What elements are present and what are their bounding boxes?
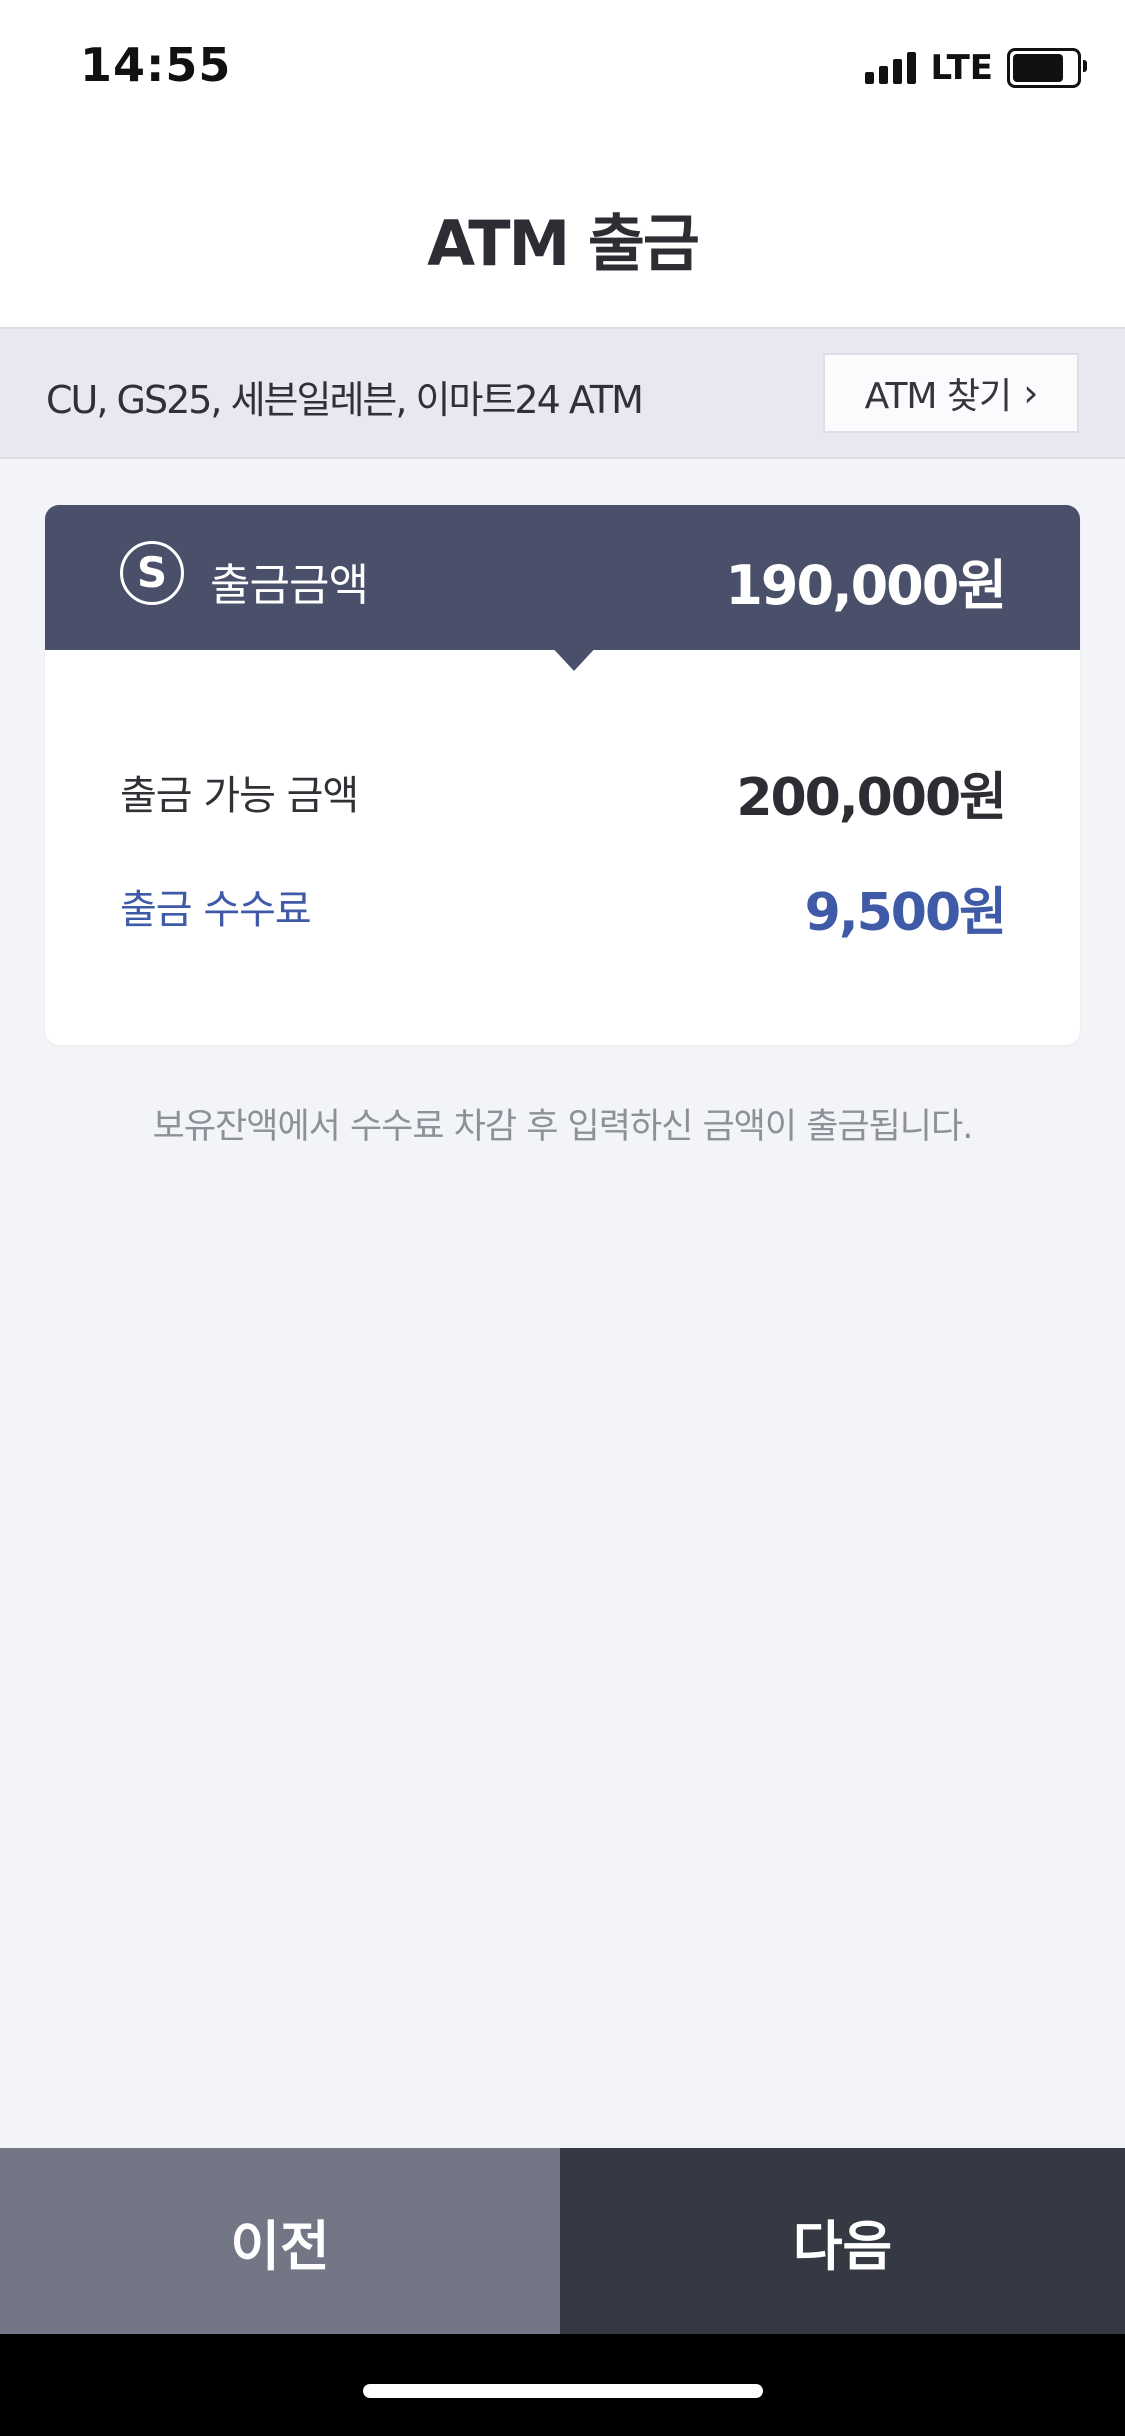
status-bar: 14:55 LTE <box>0 0 1125 135</box>
navigation-bar: ATM 출금 <box>0 135 1125 327</box>
home-indicator[interactable] <box>363 2384 763 2398</box>
available-amount-label: 출금 가능 금액 <box>120 773 359 819</box>
status-indicators: LTE <box>864 48 1087 88</box>
page-title: ATM 출금 <box>427 207 700 280</box>
battery-icon <box>1007 48 1087 88</box>
chevron-right-icon: › <box>1023 371 1038 415</box>
battery-level <box>1013 54 1063 82</box>
next-button[interactable]: 다음 <box>560 2148 1125 2334</box>
prev-button[interactable]: 이전 <box>0 2148 560 2334</box>
withdraw-amount-value: 190,000원 <box>725 554 1007 617</box>
atm-partner-text: CU, GS25, 세븐일레븐, 이마트24 ATM <box>46 378 644 422</box>
atm-partner-banner: CU, GS25, 세븐일레븐, 이마트24 ATM ATM 찾기 › <box>0 327 1125 459</box>
status-time: 14:55 <box>80 38 232 92</box>
atm-find-button[interactable]: ATM 찾기 › <box>823 353 1079 433</box>
bottom-action-bar: 이전 다음 <box>0 2148 1125 2334</box>
home-indicator-area <box>0 2334 1125 2436</box>
atm-find-label: ATM 찾기 <box>864 376 1013 417</box>
withdraw-fee-value: 9,500원 <box>804 883 1007 943</box>
withdraw-fee-label: 출금 수수료 <box>120 887 312 933</box>
header-pointer-arrow <box>548 643 600 671</box>
withdraw-summary-card: S 출금금액 190,000원 출금 가능 금액 200,000원 출금 수수료… <box>45 505 1080 1045</box>
s-coin-icon: S <box>120 541 184 605</box>
network-type: LTE <box>930 48 993 88</box>
fee-notice-text: 보유잔액에서 수수료 차감 후 입력하신 금액이 출금됩니다. <box>152 1107 974 1147</box>
withdraw-amount-header: S 출금금액 190,000원 <box>45 505 1080 650</box>
withdraw-amount-label: 출금금액 <box>210 560 369 611</box>
battery-cap <box>1083 60 1087 72</box>
signal-strength-icon <box>864 52 921 84</box>
available-amount-value: 200,000원 <box>736 768 1007 828</box>
